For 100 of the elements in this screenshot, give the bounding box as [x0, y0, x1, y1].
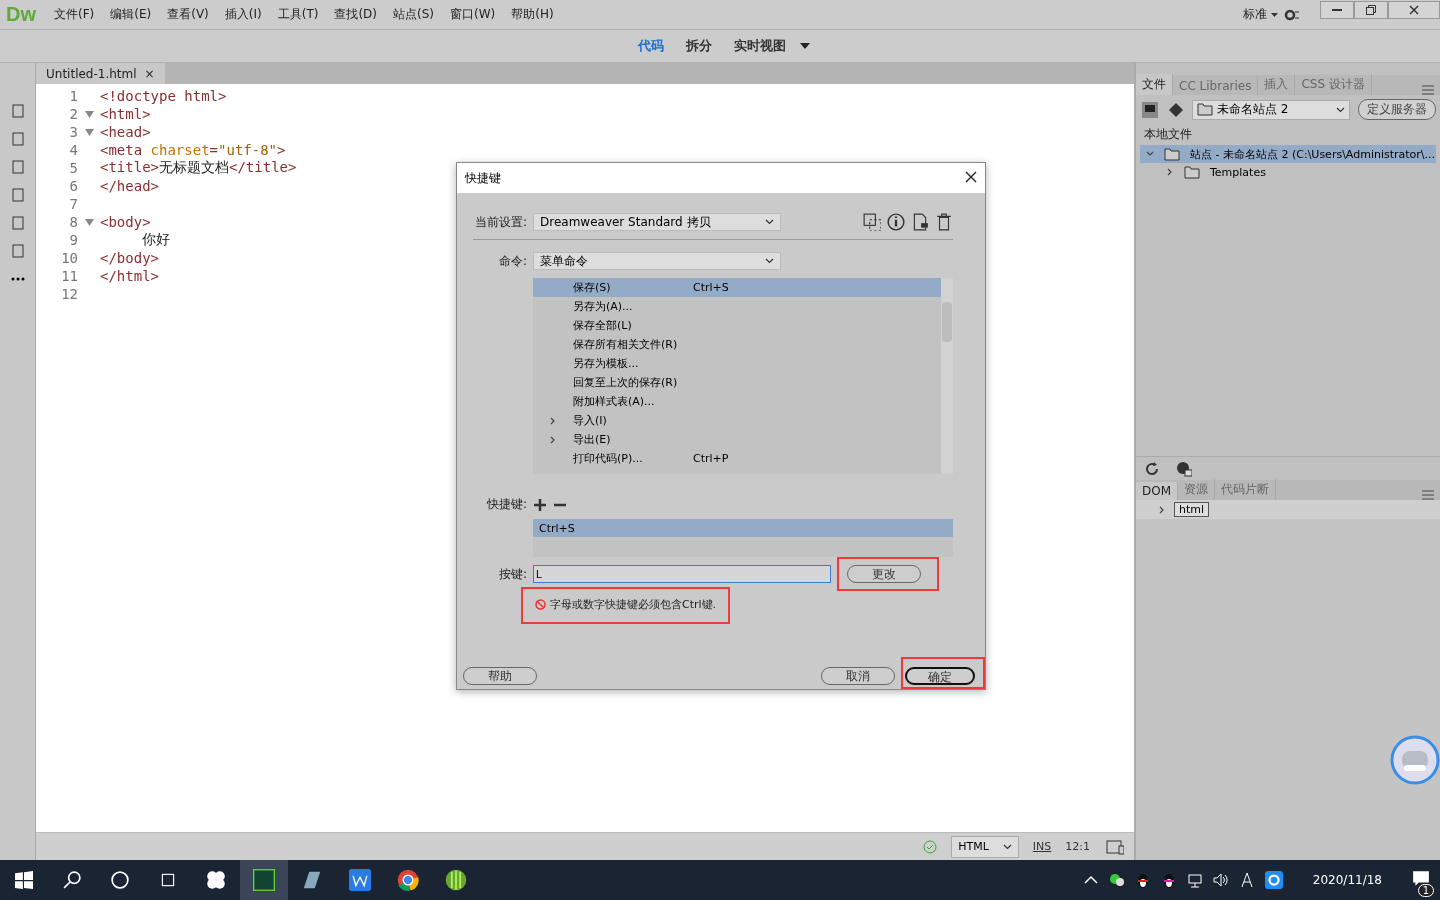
command-dropdown[interactable]: 菜单命令 — [533, 252, 781, 270]
notification-icon[interactable] — [1412, 869, 1430, 888]
input-method-icon[interactable] — [1238, 872, 1255, 888]
command-item[interactable]: 附加样式表(A)... — [533, 392, 941, 411]
chevron-icon[interactable] — [1146, 150, 1154, 158]
caret-icon[interactable] — [800, 43, 810, 49]
language-select[interactable]: HTML — [951, 835, 1019, 858]
volume-icon[interactable] — [1212, 872, 1229, 888]
menu-item[interactable]: 窗口(W) — [442, 6, 504, 23]
info-icon[interactable] — [887, 213, 905, 231]
ok-button[interactable]: 确定 — [905, 667, 975, 685]
chevron-icon[interactable] — [1166, 168, 1174, 176]
code-line: <html> — [100, 106, 151, 122]
command-item[interactable]: 回复至上次的保存(R) — [533, 373, 941, 392]
chevron-icon[interactable] — [549, 435, 557, 444]
menu-item[interactable]: 查找(D) — [326, 6, 385, 23]
windows-icon[interactable] — [15, 871, 33, 889]
field-label: 当前设置: — [473, 213, 527, 231]
command-item[interactable]: 保存(S) Ctrl+S — [533, 278, 941, 297]
site-select[interactable]: 未命名站点 2 — [1192, 99, 1350, 120]
leaf-app-icon[interactable] — [445, 869, 467, 891]
tree-item[interactable]: 站点 - 未命名站点 2 (C:\Users\Administrator\... — [1140, 145, 1436, 163]
code-line: </head> — [100, 178, 159, 194]
chevron-icon[interactable] — [549, 416, 557, 425]
menu-item[interactable]: 插入(I) — [216, 6, 270, 23]
menu-item[interactable]: 文件(F) — [46, 6, 103, 23]
menu-item[interactable]: 帮助(H) — [503, 6, 562, 23]
trash-icon[interactable] — [935, 213, 953, 231]
taskbar-date[interactable]: 2020/11/18 — [1312, 873, 1382, 887]
browser-icon[interactable] — [397, 869, 419, 891]
export-icon[interactable] — [911, 213, 929, 231]
duplicate-icon[interactable] — [863, 213, 881, 231]
command-item[interactable]: 导入(I) — [533, 411, 941, 430]
computer-icon[interactable] — [1140, 99, 1160, 120]
command-item[interactable]: 另存为(A)... — [533, 297, 941, 316]
document-tab[interactable]: Untitled-1.html × — [36, 63, 165, 84]
insert-mode[interactable]: INS — [1032, 840, 1052, 853]
restore-icon[interactable] — [1366, 4, 1376, 15]
line-number: 5 — [68, 160, 78, 176]
close-icon[interactable] — [1409, 4, 1419, 15]
caret-icon[interactable] — [1271, 12, 1278, 17]
task-view-icon[interactable] — [159, 871, 177, 889]
command-item[interactable]: 打印代码(P)... Ctrl+P — [533, 449, 941, 468]
minimize-icon[interactable] — [1332, 8, 1342, 11]
app-q-icon[interactable] — [1264, 871, 1283, 889]
line-number: 4 — [68, 142, 78, 158]
pinwheel-icon[interactable] — [206, 870, 226, 890]
code-line: </body> — [100, 250, 159, 266]
menu-item[interactable]: 站点(S) — [385, 6, 442, 23]
fold-icon[interactable] — [84, 218, 94, 226]
change-button[interactable]: 更改 — [847, 565, 921, 583]
key-input[interactable]: L — [533, 565, 831, 583]
panel-tab[interactable]: DOM — [1136, 482, 1179, 500]
document-app-icon[interactable] — [349, 869, 371, 891]
restore-button[interactable] — [1354, 0, 1388, 19]
view-tab[interactable]: 实时视图 — [726, 37, 794, 55]
circle-icon[interactable] — [111, 871, 129, 889]
menu-item[interactable]: 查看(V) — [159, 6, 217, 23]
field-label: 按键: — [497, 565, 527, 583]
settings-dropdown[interactable]: Dreamweaver Standard 拷贝 — [533, 213, 781, 231]
command-item[interactable]: 保存所有相关文件(R) — [533, 335, 941, 354]
cursor-position: 12:1 — [1065, 840, 1090, 853]
command-item[interactable]: 导出(E) — [533, 430, 941, 449]
cancel-button[interactable]: 取消 — [821, 667, 895, 685]
minimize-button[interactable] — [1320, 0, 1354, 19]
line-number: 1 — [68, 88, 78, 104]
help-button[interactable]: 帮助 — [463, 667, 537, 685]
search-icon[interactable] — [63, 871, 81, 889]
menu-item[interactable]: 编辑(E) — [102, 6, 160, 23]
network-icon[interactable] — [1186, 872, 1203, 888]
chatbot-avatar-icon[interactable] — [1390, 735, 1440, 785]
command-item[interactable]: 保存全部(L) — [533, 316, 941, 335]
column-header[interactable]: 本地文件 — [1136, 124, 1440, 145]
chevron-icon[interactable] — [1158, 505, 1166, 514]
line-number: 7 — [68, 196, 78, 212]
code-line: </html> — [100, 268, 159, 284]
code-line: <body> — [100, 214, 151, 230]
device-preview-icon[interactable] — [1104, 838, 1124, 855]
editor-app-icon[interactable] — [253, 869, 275, 891]
define-server-button[interactable]: 定义服务器 — [1358, 99, 1436, 120]
workspace-dropdown[interactable]: 标准 — [1237, 6, 1284, 23]
notepad-icon[interactable] — [301, 869, 323, 891]
code-line: <!doctype html> — [100, 88, 227, 104]
command-item[interactable]: 另存为模板... — [533, 354, 941, 373]
chat-icon[interactable] — [1108, 872, 1125, 888]
code-line: <meta charset="utf-8"> — [100, 142, 286, 158]
line-number: 9 — [68, 232, 78, 248]
panel-tab[interactable]: 文件 — [1136, 74, 1173, 95]
line-number: 8 — [68, 214, 78, 230]
shortcut-item[interactable]: Ctrl+S — [533, 519, 953, 537]
dom-node[interactable]: html — [1174, 502, 1210, 517]
diamond-icon[interactable] — [1168, 101, 1184, 118]
menu-item[interactable]: 工具(T) — [269, 6, 327, 23]
tab-close-button[interactable]: × — [144, 66, 155, 81]
refresh-icon[interactable] — [1144, 460, 1160, 477]
view-tab[interactable]: 拆分 — [678, 37, 720, 55]
folder-icon — [1197, 103, 1213, 116]
error-message: 字母或数字快捷键必须包含Ctrl键. — [550, 597, 717, 612]
plus-icon[interactable] — [533, 497, 547, 512]
tree-item[interactable]: Templates — [1140, 163, 1436, 181]
